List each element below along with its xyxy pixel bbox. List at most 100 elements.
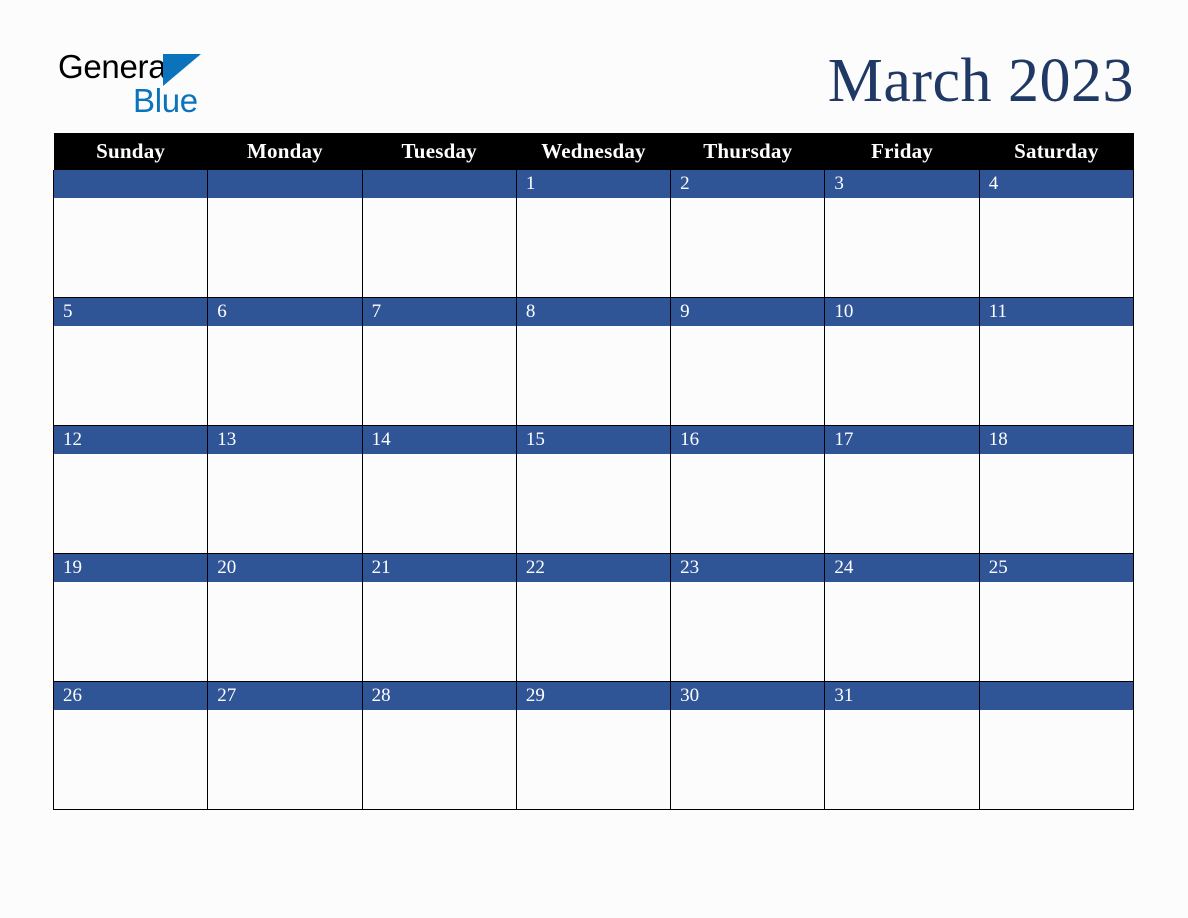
date-number: 5: [54, 298, 208, 326]
day-cell[interactable]: 7: [361, 297, 517, 426]
day-notes-area[interactable]: [979, 454, 1133, 553]
day-notes-area[interactable]: [208, 710, 362, 809]
day-notes-area[interactable]: [208, 582, 362, 681]
calendar-header-row-group: Sunday Monday Tuesday Wednesday Thursday…: [53, 133, 1134, 170]
day-notes-area[interactable]: [208, 326, 362, 425]
day-cell[interactable]: 9: [670, 297, 826, 426]
date-number: 28: [362, 682, 516, 710]
day-cell[interactable]: 22: [515, 553, 672, 682]
date-number: 11: [979, 298, 1133, 326]
day-cell[interactable]: 13: [207, 425, 363, 554]
date-number: 18: [979, 426, 1133, 454]
day-cell[interactable]: 6: [207, 297, 363, 426]
day-notes-area[interactable]: [54, 710, 208, 809]
day-cell[interactable]: 29: [515, 681, 672, 810]
day-cell[interactable]: 17: [824, 425, 980, 554]
calendar-week-row: 1 2 3 4: [52, 170, 1135, 298]
day-cell[interactable]: 19: [52, 553, 209, 682]
date-number: 31: [825, 682, 979, 710]
day-cell[interactable]: [207, 170, 363, 298]
day-cell[interactable]: 2: [670, 170, 826, 298]
day-notes-area[interactable]: [362, 582, 516, 681]
day-notes-area[interactable]: [825, 582, 979, 681]
date-number: 1: [516, 170, 671, 198]
day-cell[interactable]: 3: [824, 170, 980, 298]
day-cell[interactable]: 4: [978, 170, 1135, 298]
day-cell[interactable]: 15: [515, 425, 672, 554]
date-number: 9: [671, 298, 825, 326]
date-number: 21: [362, 554, 516, 582]
day-notes-area[interactable]: [208, 454, 362, 553]
day-cell[interactable]: 1: [515, 170, 672, 298]
day-notes-area[interactable]: [671, 198, 825, 297]
date-number: 25: [979, 554, 1133, 582]
date-number: 6: [208, 298, 362, 326]
logo-text-general: General: [58, 48, 174, 85]
weekday-header-saturday: Saturday: [979, 133, 1134, 170]
day-cell[interactable]: 23: [670, 553, 826, 682]
day-cell[interactable]: 30: [670, 681, 826, 810]
day-notes-area[interactable]: [362, 198, 516, 297]
date-number: 29: [516, 682, 671, 710]
day-cell[interactable]: [52, 170, 209, 298]
day-notes-area[interactable]: [362, 326, 516, 425]
date-number: 10: [825, 298, 979, 326]
day-notes-area[interactable]: [979, 582, 1133, 681]
day-cell[interactable]: 26: [52, 681, 209, 810]
day-cell[interactable]: 27: [207, 681, 363, 810]
day-notes-area[interactable]: [825, 198, 979, 297]
day-notes-area[interactable]: [825, 454, 979, 553]
day-notes-area[interactable]: [825, 326, 979, 425]
day-notes-area[interactable]: [979, 326, 1133, 425]
day-notes-area[interactable]: [362, 454, 516, 553]
day-notes-area[interactable]: [54, 454, 208, 553]
day-cell[interactable]: 10: [824, 297, 980, 426]
day-notes-area[interactable]: [516, 582, 671, 681]
date-number: [54, 170, 208, 198]
calendar-body: 1 2 3 4 5 6 7 8 9 10 11 12 13 14 15 16 1…: [52, 170, 1135, 810]
day-notes-area[interactable]: [516, 454, 671, 553]
day-notes-area[interactable]: [671, 710, 825, 809]
day-cell[interactable]: 25: [978, 553, 1135, 682]
logo-text-blue: Blue: [133, 82, 198, 119]
day-notes-area[interactable]: [979, 198, 1133, 297]
day-notes-area[interactable]: [979, 710, 1133, 809]
day-cell[interactable]: 18: [978, 425, 1135, 554]
day-cell[interactable]: 16: [670, 425, 826, 554]
day-notes-area[interactable]: [825, 710, 979, 809]
date-number: 2: [671, 170, 825, 198]
day-notes-area[interactable]: [54, 326, 208, 425]
day-notes-area[interactable]: [208, 198, 362, 297]
day-notes-area[interactable]: [671, 582, 825, 681]
day-notes-area[interactable]: [671, 454, 825, 553]
weekday-header-row: Sunday Monday Tuesday Wednesday Thursday…: [53, 133, 1134, 170]
day-notes-area[interactable]: [362, 710, 516, 809]
day-notes-area[interactable]: [516, 710, 671, 809]
day-notes-area[interactable]: [516, 326, 671, 425]
date-number: 7: [362, 298, 516, 326]
weekday-header-sunday: Sunday: [53, 133, 208, 170]
page-header: General Blue March 2023: [53, 44, 1134, 122]
day-cell[interactable]: [361, 170, 517, 298]
day-cell[interactable]: 14: [361, 425, 517, 554]
day-cell[interactable]: 31: [824, 681, 980, 810]
day-cell[interactable]: 11: [978, 297, 1135, 426]
general-blue-logo: General Blue: [53, 48, 263, 119]
date-number: 24: [825, 554, 979, 582]
day-notes-area[interactable]: [516, 198, 671, 297]
day-notes-area[interactable]: [54, 582, 208, 681]
date-number: 23: [671, 554, 825, 582]
day-cell[interactable]: 21: [361, 553, 517, 682]
day-cell[interactable]: 12: [52, 425, 209, 554]
date-number: 13: [208, 426, 362, 454]
day-cell[interactable]: 20: [207, 553, 363, 682]
day-notes-area[interactable]: [54, 198, 208, 297]
day-cell[interactable]: 28: [361, 681, 517, 810]
date-number: 3: [825, 170, 979, 198]
day-cell[interactable]: 5: [52, 297, 209, 426]
day-cell[interactable]: 24: [824, 553, 980, 682]
day-cell[interactable]: [978, 681, 1135, 810]
calendar-week-row: 12 13 14 15 16 17 18: [52, 425, 1135, 554]
day-notes-area[interactable]: [671, 326, 825, 425]
day-cell[interactable]: 8: [515, 297, 672, 426]
